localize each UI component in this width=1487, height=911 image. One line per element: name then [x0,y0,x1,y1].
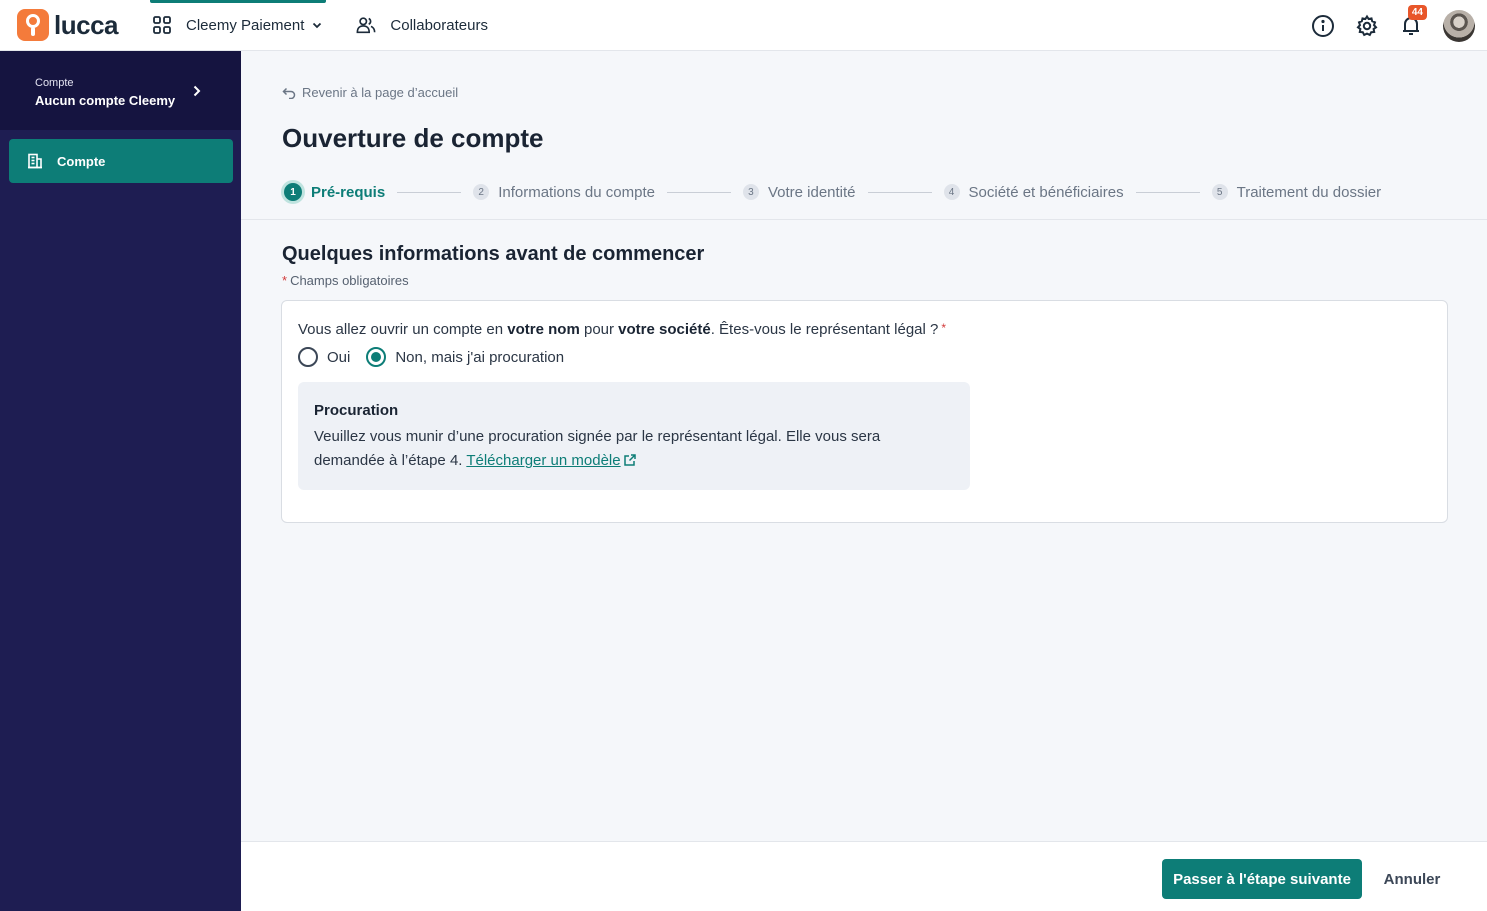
main-content: Revenir à la page d’accueil Ouverture de… [241,51,1487,841]
step-informations-compte: 2 Informations du compte [473,184,655,201]
callout-title: Procuration [314,402,399,419]
step-connector [397,191,462,193]
sidebar: Compte Aucun compte Cleemy Compte [0,51,241,911]
info-icon[interactable] [1311,14,1335,38]
logo-text: lucca [54,9,119,40]
avatar[interactable] [1443,9,1475,42]
question-text: . Êtes-vous le représentant légal ? [710,321,939,338]
active-indicator [150,0,327,3]
lucca-logo-icon [17,9,49,41]
step-label: Traitement du dossier [1236,183,1382,201]
download-template-label: Télécharger un modèle [466,452,621,469]
radio-circle[interactable] [366,347,387,367]
collaborators-label: Collaborateurs [390,16,488,34]
users-icon [356,17,376,34]
step-societe-beneficiaires: 4 Société et bénéficiaires [943,183,1124,201]
question-text: pour [579,321,619,338]
required-star: * [282,273,288,288]
building-icon [28,153,42,169]
back-link[interactable]: Revenir à la page d’accueil [282,85,458,100]
notifications-button[interactable]: 44 [1399,4,1427,38]
step-number: 5 [1211,184,1228,200]
step-number: 1 [284,183,302,201]
lucca-logo[interactable]: lucca [17,0,119,51]
question-text: Vous allez ouvrir un compte en [298,321,508,338]
sidebar-item-label: Compte [57,153,106,169]
section-title: Quelques informations avant de commencer [282,243,705,265]
question-bold: votre nom [507,321,580,338]
external-link-icon [623,454,636,466]
form-card: Vous allez ouvrir un compte en votre nom… [281,300,1448,523]
radio-oui[interactable]: Oui [298,347,350,367]
procuration-callout: Procuration Veuillez vous munir d’une pr… [298,382,970,490]
cancel-button[interactable]: Annuler [1376,859,1448,899]
step-label: Pré-requis [311,183,386,201]
download-template-link[interactable]: Télécharger un modèle [466,452,636,469]
top-actions: 44 [1291,0,1475,51]
account-label: Compte [35,77,74,89]
required-note-text: Champs obligatoires [290,273,409,288]
top-bar: lucca Cleemy Paiement Collaborateurs 44 [0,0,1487,51]
radio-non-procuration[interactable]: Non, mais j'ai procuration [366,347,564,367]
step-number: 4 [943,184,960,200]
step-number: 3 [742,184,759,200]
radio-group: Oui Non, mais j'ai procuration [298,347,580,367]
grid-icon [153,16,171,34]
app-switcher[interactable]: Cleemy Paiement [148,0,327,51]
step-traitement-dossier: 5 Traitement du dossier [1211,183,1382,201]
notification-badge: 44 [1407,4,1427,20]
question-bold: votre société [618,321,711,338]
step-connector [867,191,932,193]
collaborators-link[interactable]: Collaborateurs [356,0,488,51]
arrow-back-icon [282,87,296,99]
step-connector [666,191,731,193]
account-name: Aucun compte Cleemy [35,93,176,108]
step-number: 2 [473,184,490,200]
radio-label: Non, mais j'ai procuration [395,348,565,366]
chevron-down-icon [313,22,322,29]
step-label: Votre identité [767,183,856,201]
page-title: Ouverture de compte [282,123,544,153]
chevron-right-icon [193,85,201,97]
step-votre-identite: 3 Votre identité [742,183,856,201]
next-step-button[interactable]: Passer à l'étape suivante [1162,859,1362,899]
radio-circle[interactable] [298,347,318,367]
account-selector[interactable]: Compte Aucun compte Cleemy [0,51,241,130]
step-label: Informations du compte [498,183,655,201]
gear-icon[interactable] [1355,14,1379,38]
step-prerequis[interactable]: 1 Pré-requis [282,183,385,201]
stepper: 1 Pré-requis 2 Informations du compte 3 … [282,180,1381,204]
step-connector [1135,191,1200,193]
legal-representative-question: Vous allez ouvrir un compte en votre nom… [298,321,946,338]
sidebar-item-compte[interactable]: Compte [9,139,233,183]
divider [241,219,1487,220]
callout-text: Veuillez vous munir d’une procuration si… [314,425,954,473]
footer-actions: Passer à l'étape suivante Annuler [241,841,1487,911]
required-note: * Champs obligatoires [282,273,409,288]
radio-label: Oui [327,348,351,366]
required-star: * [941,321,947,335]
back-link-label: Revenir à la page d’accueil [302,85,459,100]
step-label: Société et bénéficiaires [968,183,1124,201]
app-switcher-label: Cleemy Paiement [186,16,305,34]
